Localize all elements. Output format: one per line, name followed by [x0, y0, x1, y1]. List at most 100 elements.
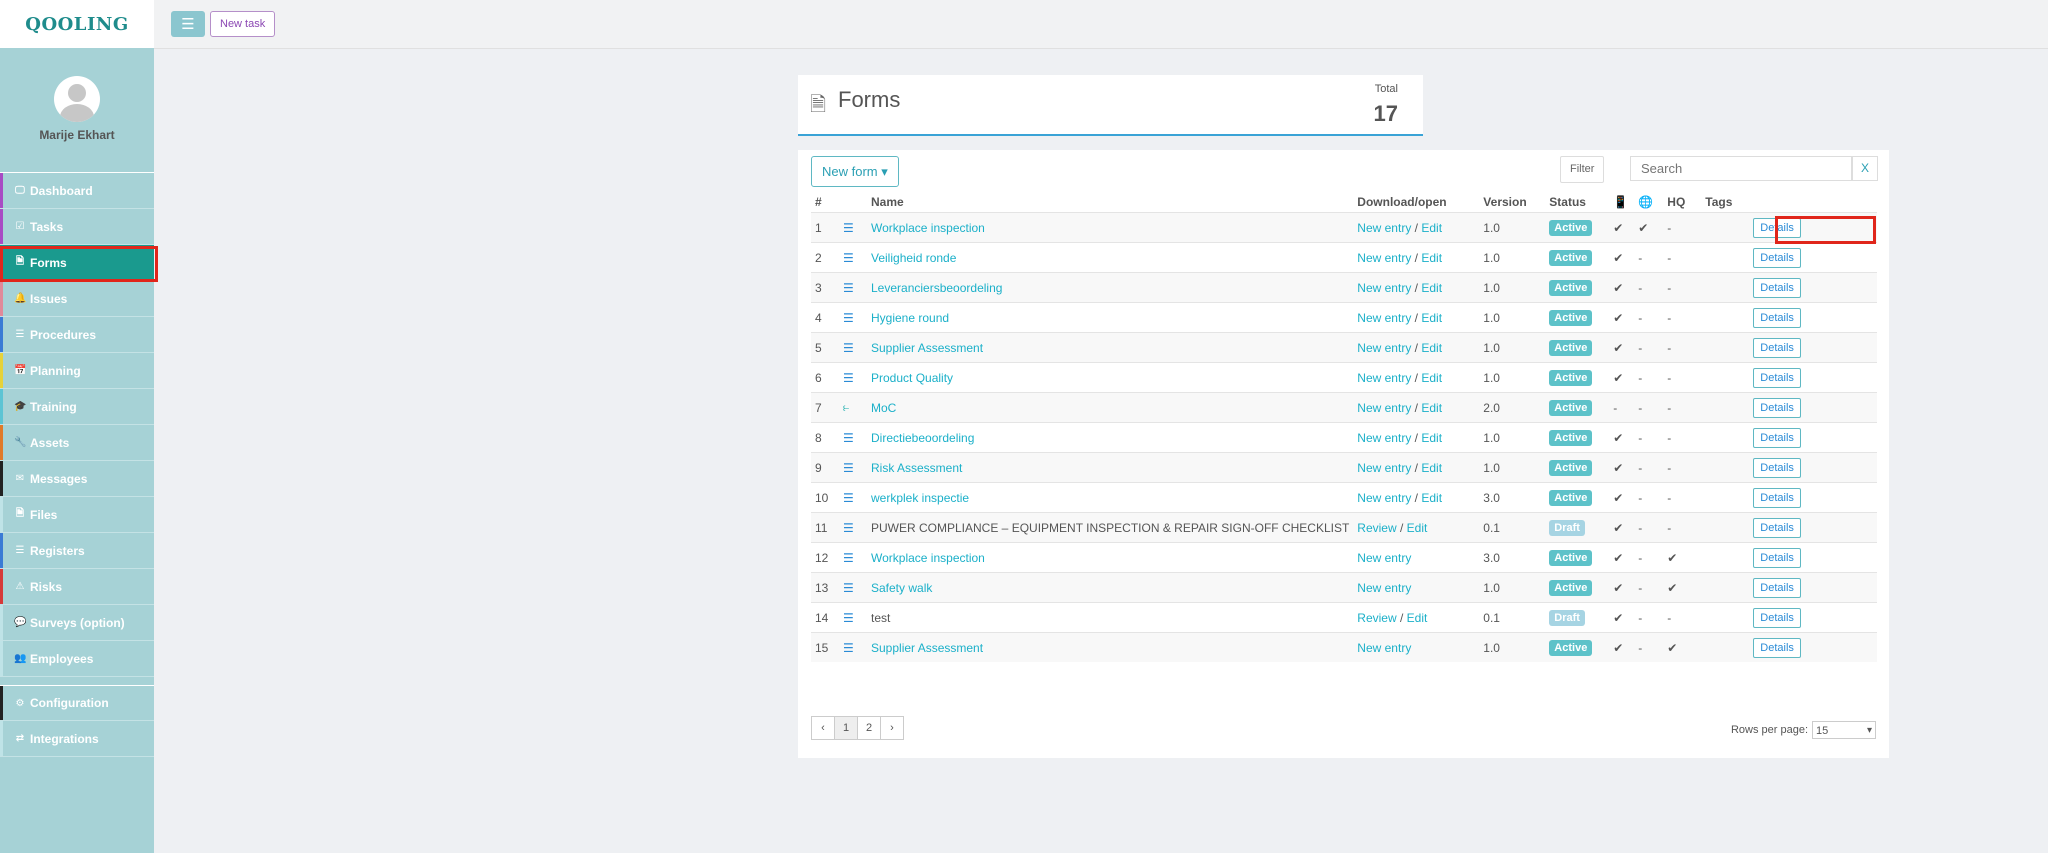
form-name[interactable]: Product Quality: [871, 371, 953, 385]
new-entry-link[interactable]: New entry: [1357, 281, 1411, 295]
new-entry-link[interactable]: New entry: [1357, 251, 1411, 265]
new-entry-link[interactable]: New entry: [1357, 311, 1411, 325]
details-button[interactable]: Details: [1753, 247, 1801, 268]
sidebar-item-employees[interactable]: 👥 Employees: [0, 641, 154, 677]
details-button[interactable]: Details: [1753, 637, 1801, 658]
avatar[interactable]: [54, 76, 100, 122]
edit-link[interactable]: Edit: [1421, 251, 1442, 265]
status-badge: Active: [1549, 579, 1593, 596]
edit-link[interactable]: Edit: [1421, 461, 1442, 475]
sidebar-item-planning[interactable]: 📅 Planning: [0, 353, 154, 389]
pagination-next-button[interactable]: ›: [880, 716, 904, 740]
form-name[interactable]: Workplace inspection: [871, 551, 985, 565]
new-form-dropdown-button[interactable]: New form ▾: [811, 156, 899, 187]
form-name[interactable]: Supplier Assessment: [871, 641, 983, 655]
new-task-button[interactable]: New task: [210, 11, 276, 37]
pagination-prev-button[interactable]: ‹: [811, 716, 835, 740]
details-button[interactable]: Details: [1753, 427, 1801, 448]
form-name[interactable]: Workplace inspection: [871, 221, 985, 235]
sidebar-item-training[interactable]: 🎓 Training: [0, 389, 154, 425]
row-actions-cell: Details: [1749, 272, 1877, 303]
edit-link[interactable]: Edit: [1421, 401, 1442, 415]
new-entry-link[interactable]: New entry: [1357, 371, 1411, 385]
sidebar-item-assets[interactable]: 🔧 Assets: [0, 425, 154, 461]
edit-link[interactable]: Edit: [1421, 311, 1442, 325]
sidebar-item-risks[interactable]: ⚠ Risks: [0, 569, 154, 605]
edit-link[interactable]: Edit: [1421, 341, 1442, 355]
search-clear-button[interactable]: X: [1852, 156, 1878, 181]
review-link[interactable]: Review: [1357, 521, 1396, 535]
sidebar-item-configuration[interactable]: ⚙ Configuration: [0, 685, 154, 721]
edit-link[interactable]: Edit: [1407, 521, 1428, 535]
form-name[interactable]: Leveranciersbeoordeling: [871, 281, 1002, 295]
form-name[interactable]: werkplek inspectie: [871, 491, 969, 505]
details-button[interactable]: Details: [1753, 607, 1801, 628]
new-entry-link[interactable]: New entry: [1357, 551, 1411, 565]
col-status[interactable]: Status: [1545, 192, 1609, 213]
list-icon: ☰: [843, 370, 854, 385]
search-input[interactable]: [1630, 156, 1852, 181]
row-version: 2.0: [1479, 392, 1546, 423]
new-entry-link[interactable]: New entry: [1357, 641, 1411, 655]
form-name[interactable]: Risk Assessment: [871, 461, 962, 475]
details-button[interactable]: Details: [1753, 517, 1801, 538]
sidebar-item-registers[interactable]: ☰ Registers: [0, 533, 154, 569]
form-name[interactable]: Supplier Assessment: [871, 341, 983, 355]
row-icon-cell: ☰: [839, 452, 867, 483]
new-entry-link[interactable]: New entry: [1357, 491, 1411, 505]
edit-link[interactable]: Edit: [1421, 431, 1442, 445]
form-name[interactable]: Hygiene round: [871, 311, 949, 325]
details-button[interactable]: Details: [1753, 547, 1801, 568]
details-button[interactable]: Details: [1753, 457, 1801, 478]
filter-button[interactable]: Filter: [1560, 156, 1605, 183]
edit-link[interactable]: Edit: [1421, 221, 1442, 235]
menu-toggle-button[interactable]: ☰: [171, 11, 205, 37]
col-version[interactable]: Version: [1479, 192, 1545, 213]
form-name[interactable]: Directiebeoordeling: [871, 431, 974, 445]
separator: /: [1411, 250, 1422, 265]
sidebar-item-files[interactable]: 🗎 Files: [0, 497, 154, 533]
sidebar-item-surveys-option[interactable]: 💬 Surveys (option): [0, 605, 154, 641]
col-name[interactable]: Name: [867, 192, 1353, 213]
new-entry-link[interactable]: New entry: [1357, 341, 1411, 355]
new-entry-link[interactable]: New entry: [1357, 221, 1411, 235]
rows-per-page-select[interactable]: 15: [1812, 721, 1876, 740]
form-name[interactable]: MoC: [871, 401, 896, 415]
new-entry-link[interactable]: New entry: [1357, 581, 1411, 595]
list-icon: ☰: [843, 310, 854, 325]
logo-area[interactable]: QOOLING: [0, 0, 154, 48]
new-entry-link[interactable]: New entry: [1357, 401, 1411, 415]
details-button[interactable]: Details: [1753, 487, 1801, 508]
row-download-open-cell: New entry / Edit: [1353, 212, 1480, 243]
details-button[interactable]: Details: [1753, 277, 1801, 298]
sidebar-item-procedures[interactable]: ☰ Procedures: [0, 317, 154, 353]
sidebar-item-issues[interactable]: 🔔 Issues: [0, 281, 154, 317]
form-name[interactable]: Safety walk: [871, 581, 932, 595]
row-actions-cell: Details: [1749, 332, 1877, 363]
sidebar-item-tasks[interactable]: ☑ Tasks: [0, 209, 154, 245]
details-button[interactable]: Details: [1753, 577, 1801, 598]
edit-link[interactable]: Edit: [1421, 371, 1442, 385]
sidebar-item-integrations[interactable]: ⇄ Integrations: [0, 721, 154, 757]
pagination-page-2[interactable]: 2: [857, 716, 881, 740]
details-button[interactable]: Details: [1753, 367, 1801, 388]
row-name-cell: Workplace inspection: [867, 212, 1354, 243]
review-link[interactable]: Review: [1357, 611, 1396, 625]
details-button[interactable]: Details: [1753, 397, 1801, 418]
edit-link[interactable]: Edit: [1421, 491, 1442, 505]
row-actions-cell: Details: [1749, 632, 1877, 662]
hq-dash: -: [1663, 602, 1702, 633]
details-button[interactable]: Details: [1753, 337, 1801, 358]
form-name[interactable]: Veiligheid ronde: [871, 251, 956, 265]
new-entry-link[interactable]: New entry: [1357, 461, 1411, 475]
sidebar-item-dashboard[interactable]: 🖵 Dashboard: [0, 173, 154, 209]
sidebar-item-messages[interactable]: ✉ Messages: [0, 461, 154, 497]
pagination-page-1[interactable]: 1: [834, 716, 858, 740]
edit-link[interactable]: Edit: [1407, 611, 1428, 625]
web-dash: -: [1634, 332, 1664, 363]
new-entry-link[interactable]: New entry: [1357, 431, 1411, 445]
edit-link[interactable]: Edit: [1421, 281, 1442, 295]
hq-check-icon: ✔: [1663, 542, 1702, 573]
mobile-check-icon: ✔: [1609, 242, 1635, 273]
details-button[interactable]: Details: [1753, 307, 1801, 328]
